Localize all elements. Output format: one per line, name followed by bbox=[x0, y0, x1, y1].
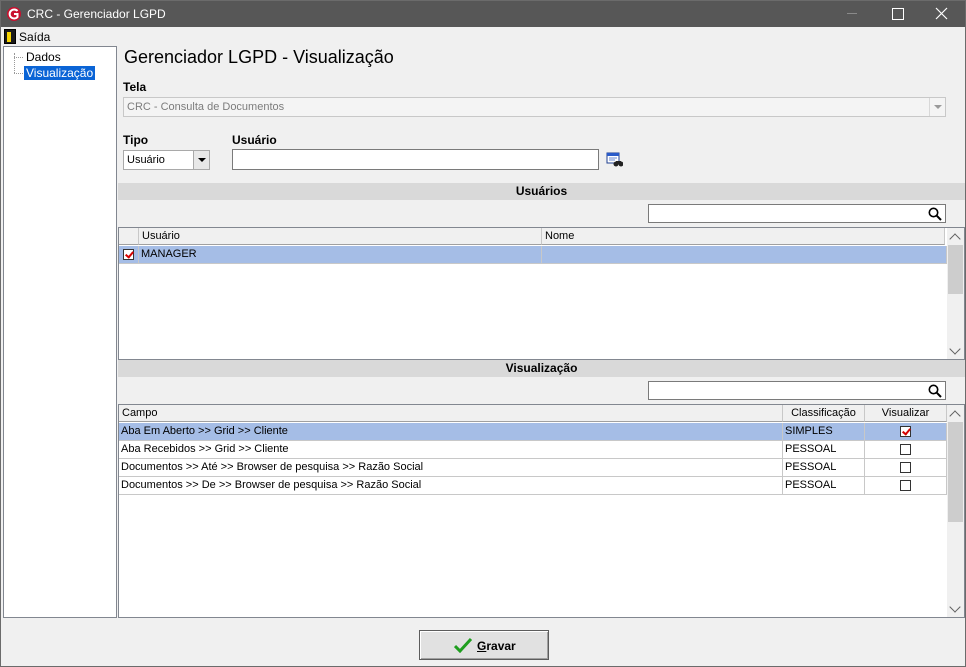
close-icon bbox=[935, 7, 948, 20]
visualizar-checkbox[interactable] bbox=[900, 444, 911, 455]
binoculars-icon[interactable] bbox=[606, 152, 623, 168]
chevron-down-icon[interactable] bbox=[193, 151, 209, 169]
tipo-select[interactable]: Usuário bbox=[123, 150, 210, 170]
cell-classificacao: PESSOAL bbox=[783, 477, 865, 495]
usuarios-section-header: Usuários bbox=[118, 183, 965, 200]
close-button[interactable] bbox=[919, 1, 965, 27]
page-title: Gerenciador LGPD - Visualização bbox=[124, 47, 394, 67]
usuario-input[interactable] bbox=[232, 149, 599, 170]
tela-select: CRC - Consulta de Documentos bbox=[123, 97, 946, 117]
grid-header-nome[interactable]: Nome bbox=[542, 228, 945, 245]
cell-visualizar bbox=[865, 477, 947, 495]
table-row[interactable]: Documentos >> De >> Browser de pesquisa … bbox=[119, 477, 947, 495]
app-window: CRC - Gerenciador LGPD Saída Dados Visua… bbox=[0, 0, 966, 667]
row-check-cell[interactable] bbox=[119, 246, 139, 264]
visualizacao-grid: Campo Classificação Visualizar Aba Em Ab… bbox=[118, 404, 965, 618]
save-button[interactable]: Gravar bbox=[419, 630, 549, 660]
table-row[interactable]: Aba Recebidos >> Grid >> Cliente PESSOAL bbox=[119, 441, 947, 459]
cell-classificacao: SIMPLES bbox=[783, 423, 865, 441]
navigation-tree: Dados Visualização bbox=[3, 46, 117, 618]
grid-header-usuario[interactable]: Usuário bbox=[139, 228, 542, 245]
exit-door-icon bbox=[4, 29, 16, 44]
cell-usuario: MANAGER bbox=[139, 246, 542, 264]
chevron-down-icon bbox=[929, 98, 945, 116]
visualizar-checkbox[interactable] bbox=[900, 480, 911, 491]
scroll-down-icon[interactable] bbox=[949, 601, 961, 613]
cell-visualizar bbox=[865, 423, 947, 441]
tree-line bbox=[14, 53, 15, 73]
menu-bar: Saída bbox=[1, 27, 965, 46]
tree-line bbox=[14, 73, 23, 74]
menu-exit[interactable]: Saída bbox=[4, 28, 50, 45]
search-icon[interactable] bbox=[928, 207, 942, 221]
visualizar-checkbox[interactable] bbox=[900, 426, 911, 437]
table-row[interactable]: MANAGER bbox=[119, 246, 947, 264]
cell-campo: Aba Recebidos >> Grid >> Cliente bbox=[119, 441, 783, 459]
cell-classificacao: PESSOAL bbox=[783, 459, 865, 477]
cell-campo: Aba Em Aberto >> Grid >> Cliente bbox=[119, 423, 783, 441]
scroll-up-icon[interactable] bbox=[949, 410, 961, 422]
grid-header-visualizar[interactable]: Visualizar bbox=[865, 405, 947, 422]
grid-header-campo[interactable]: Campo bbox=[119, 405, 783, 422]
cell-campo: Documentos >> De >> Browser de pesquisa … bbox=[119, 477, 783, 495]
tree-item-visualizacao[interactable]: Visualização bbox=[24, 66, 96, 80]
tree-item-dados[interactable]: Dados bbox=[24, 50, 63, 64]
search-icon[interactable] bbox=[928, 384, 942, 398]
cell-nome bbox=[542, 246, 947, 264]
window-title: CRC - Gerenciador LGPD bbox=[27, 7, 166, 21]
tipo-label: Tipo bbox=[123, 133, 149, 147]
scroll-up-icon[interactable] bbox=[949, 233, 961, 245]
title-bar: CRC - Gerenciador LGPD bbox=[1, 1, 965, 27]
table-row[interactable]: Documentos >> Até >> Browser de pesquisa… bbox=[119, 459, 947, 477]
tree-line bbox=[14, 57, 23, 58]
usuarios-search-input[interactable] bbox=[648, 204, 946, 223]
tela-label: Tela bbox=[123, 80, 147, 94]
cell-classificacao: PESSOAL bbox=[783, 441, 865, 459]
tipo-value: Usuário bbox=[127, 154, 165, 166]
cell-campo: Documentos >> Até >> Browser de pesquisa… bbox=[119, 459, 783, 477]
usuarios-scrollbar[interactable] bbox=[947, 228, 964, 359]
grid-header-check bbox=[119, 228, 139, 245]
scroll-down-icon[interactable] bbox=[949, 343, 961, 355]
minimize-button[interactable] bbox=[829, 1, 875, 27]
save-button-label: Gravar bbox=[477, 639, 516, 653]
crc-logo-icon bbox=[7, 7, 21, 21]
visualizacao-section-header: Visualização bbox=[118, 360, 965, 377]
visualizacao-search-input[interactable] bbox=[648, 381, 946, 400]
checkmark-icon bbox=[454, 637, 472, 653]
tela-value: CRC - Consulta de Documentos bbox=[127, 101, 285, 113]
scroll-thumb[interactable] bbox=[948, 245, 963, 294]
menu-exit-label: Saída bbox=[19, 29, 51, 44]
scroll-thumb[interactable] bbox=[948, 422, 963, 522]
cell-visualizar bbox=[865, 459, 947, 477]
visualizar-checkbox[interactable] bbox=[900, 462, 911, 473]
usuario-label: Usuário bbox=[232, 133, 277, 147]
visualizacao-scrollbar[interactable] bbox=[947, 405, 964, 617]
row-checkbox[interactable] bbox=[123, 249, 134, 260]
maximize-button[interactable] bbox=[875, 1, 921, 27]
table-row[interactable]: Aba Em Aberto >> Grid >> Cliente SIMPLES bbox=[119, 423, 947, 441]
usuarios-grid: Usuário Nome MANAGER bbox=[118, 227, 965, 360]
grid-header-classificacao[interactable]: Classificação bbox=[783, 405, 865, 422]
cell-visualizar bbox=[865, 441, 947, 459]
